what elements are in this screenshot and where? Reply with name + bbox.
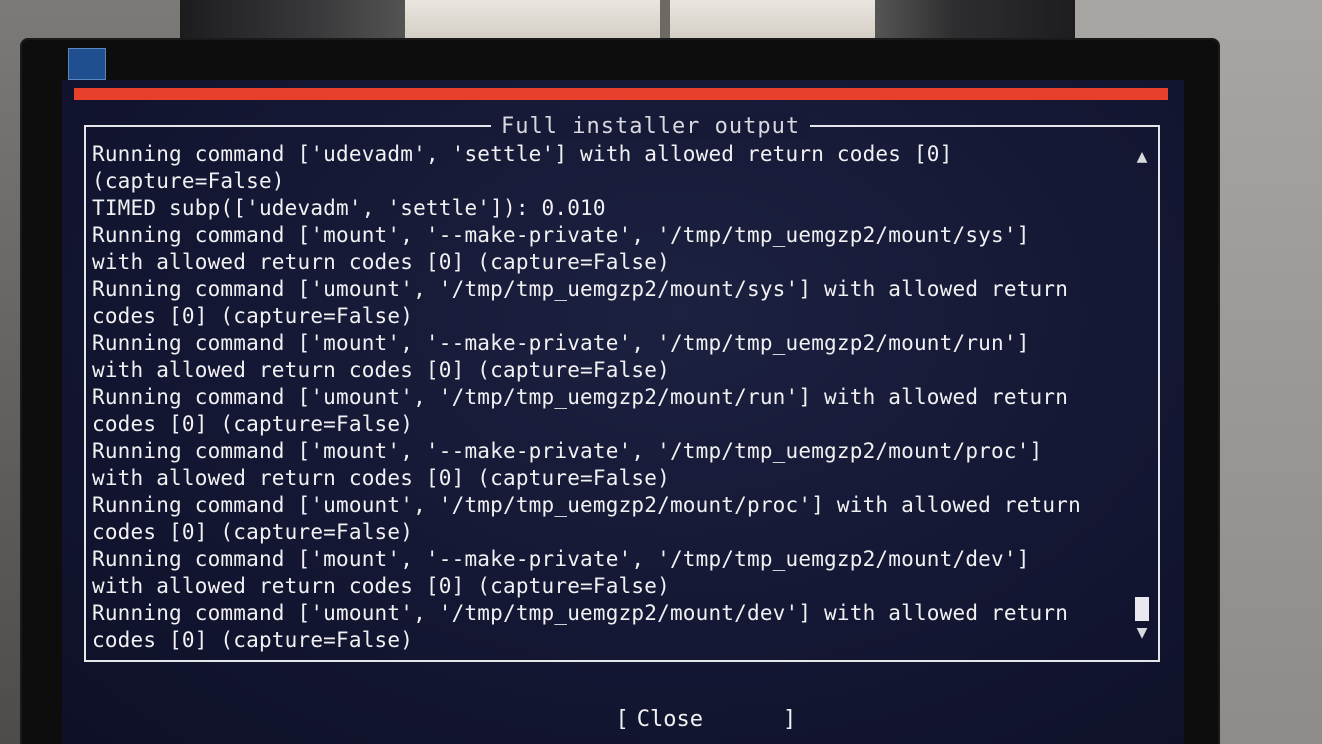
- output-line: Running command ['umount', '/tmp/tmp_uem…: [92, 493, 1081, 517]
- output-line: TIMED subp(['udevadm', 'settle']): 0.010: [92, 196, 606, 220]
- header-bar: [74, 88, 1168, 100]
- output-line: Running command ['umount', '/tmp/tmp_uem…: [92, 277, 1069, 301]
- scrollbar[interactable]: ▲ ▼: [1134, 149, 1150, 641]
- output-line: with allowed return codes [0] (capture=F…: [92, 466, 670, 490]
- photo-scene: Full installer output Running command ['…: [0, 0, 1322, 744]
- output-line: Running command ['mount', '--make-privat…: [92, 439, 1043, 463]
- output-line: with allowed return codes [0] (capture=F…: [92, 574, 670, 598]
- close-button-label: Close: [636, 707, 703, 732]
- energy-star-logo-icon: [68, 48, 106, 80]
- output-log[interactable]: Running command ['udevadm', 'settle'] wi…: [92, 141, 1122, 654]
- dialog-title: Full installer output: [491, 115, 811, 139]
- output-line: Running command ['mount', '--make-privat…: [92, 331, 1030, 355]
- close-button[interactable]: [ Close]: [536, 678, 796, 732]
- close-button-close-bracket: ]: [782, 707, 797, 732]
- scroll-thumb[interactable]: [1135, 597, 1149, 621]
- installer-screen: Full installer output Running command ['…: [62, 80, 1184, 744]
- close-button-open-bracket: [: [615, 707, 629, 732]
- output-line: with allowed return codes [0] (capture=F…: [92, 250, 670, 274]
- full-installer-output-dialog: Full installer output Running command ['…: [84, 115, 1160, 662]
- scroll-down-arrow-icon[interactable]: ▼: [1134, 625, 1150, 641]
- output-line: Running command ['mount', '--make-privat…: [92, 223, 1030, 247]
- output-line: codes [0] (capture=False): [92, 412, 414, 436]
- output-line: codes [0] (capture=False): [92, 304, 414, 328]
- output-line: Running command ['umount', '/tmp/tmp_uem…: [92, 601, 1069, 625]
- scroll-up-arrow-icon[interactable]: ▲: [1134, 149, 1150, 165]
- output-line: with allowed return codes [0] (capture=F…: [92, 358, 670, 382]
- output-line: Running command ['udevadm', 'settle'] wi…: [92, 142, 953, 166]
- output-line: codes [0] (capture=False): [92, 628, 414, 652]
- output-line: Running command ['umount', '/tmp/tmp_uem…: [92, 385, 1069, 409]
- output-line: codes [0] (capture=False): [92, 520, 414, 544]
- output-line: (capture=False): [92, 169, 285, 193]
- output-line: Running command ['mount', '--make-privat…: [92, 547, 1030, 571]
